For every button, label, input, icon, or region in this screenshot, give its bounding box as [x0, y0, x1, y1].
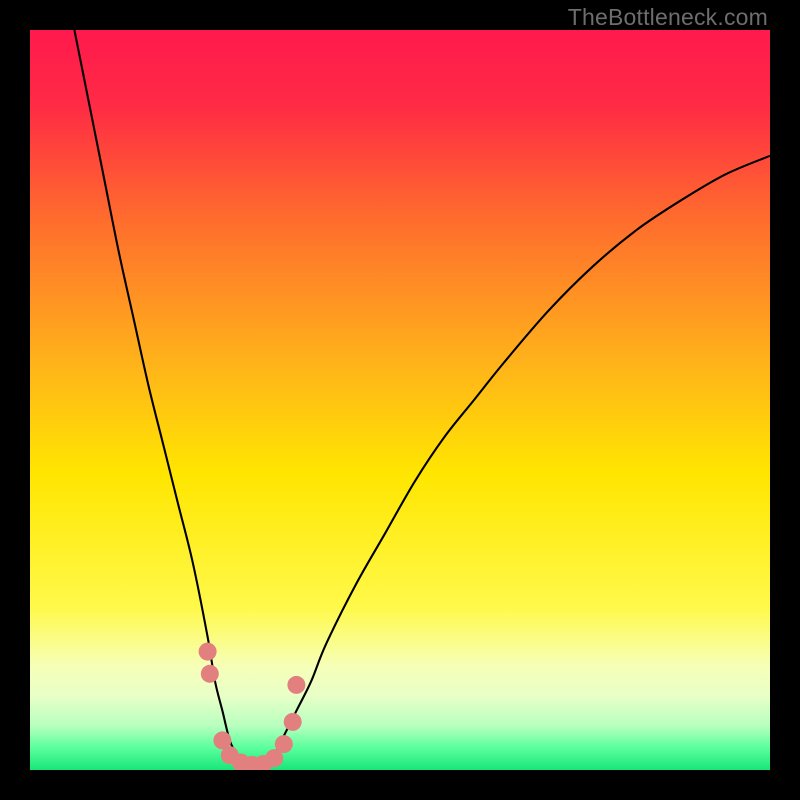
- gradient-background: [30, 30, 770, 770]
- marker-dot: [284, 713, 302, 731]
- chart-frame: TheBottleneck.com: [0, 0, 800, 800]
- marker-dot: [199, 643, 217, 661]
- marker-dot: [275, 735, 293, 753]
- watermark-text: TheBottleneck.com: [568, 4, 768, 31]
- chart-svg: [30, 30, 770, 770]
- marker-dot: [201, 665, 219, 683]
- plot-area: [30, 30, 770, 770]
- marker-dot: [287, 676, 305, 694]
